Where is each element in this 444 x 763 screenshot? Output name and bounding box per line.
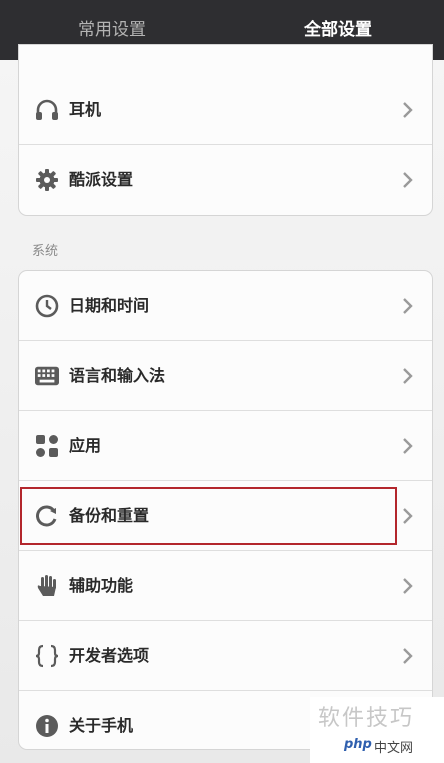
settings-item-label: 备份和重置	[69, 506, 150, 525]
settings-item-label: 酷派设置	[69, 170, 134, 189]
chevron-right-icon	[402, 298, 414, 314]
hand-icon	[35, 574, 59, 598]
settings-item-developer-options[interactable]: 开发者选项	[19, 621, 432, 691]
settings-item-headphones[interactable]: 耳机	[19, 75, 432, 145]
settings-item-apps[interactable]: 应用	[19, 411, 432, 481]
clock-icon	[35, 294, 59, 318]
info-icon	[35, 714, 59, 738]
watermark-logo: php	[344, 737, 372, 752]
settings-item-label: 应用	[69, 436, 102, 455]
chevron-right-icon	[402, 368, 414, 384]
settings-item-coolpad[interactable]: 酷派设置	[19, 145, 432, 215]
gear-icon	[35, 168, 59, 192]
headphones-icon	[35, 98, 59, 122]
settings-item-backup-reset[interactable]: 备份和重置	[19, 481, 432, 551]
chevron-right-icon	[402, 648, 414, 664]
settings-item-label: 辅助功能	[69, 576, 134, 595]
watermark-site: 中文网	[374, 741, 414, 756]
settings-item-label: 关于手机	[69, 716, 134, 735]
chevron-right-icon	[402, 102, 414, 118]
settings-item-label: 开发者选项	[69, 646, 150, 665]
watermark-text: 软件技巧	[318, 706, 415, 731]
settings-item-label: 日期和时间	[69, 296, 150, 315]
chevron-right-icon	[402, 578, 414, 594]
apps-icon	[35, 434, 59, 458]
braces-icon	[35, 644, 59, 668]
settings-item-label: 语言和输入法	[69, 366, 166, 385]
chevron-right-icon	[402, 438, 414, 454]
settings-group-device: 耳机 酷派设置	[18, 44, 433, 216]
section-title-system: 系统	[32, 244, 59, 259]
settings-group-system: 日期和时间 语言和输入法 应用 备份和重置 辅助功能 开发者选项 关于手机	[18, 270, 433, 750]
settings-item-date-time[interactable]: 日期和时间	[19, 271, 432, 341]
backup-icon	[35, 504, 59, 528]
settings-item-accessibility[interactable]: 辅助功能	[19, 551, 432, 621]
settings-item-label: 耳机	[69, 100, 102, 119]
keyboard-icon	[35, 364, 59, 388]
settings-item-language-input[interactable]: 语言和输入法	[19, 341, 432, 411]
chevron-right-icon	[402, 508, 414, 524]
chevron-right-icon	[402, 172, 414, 188]
